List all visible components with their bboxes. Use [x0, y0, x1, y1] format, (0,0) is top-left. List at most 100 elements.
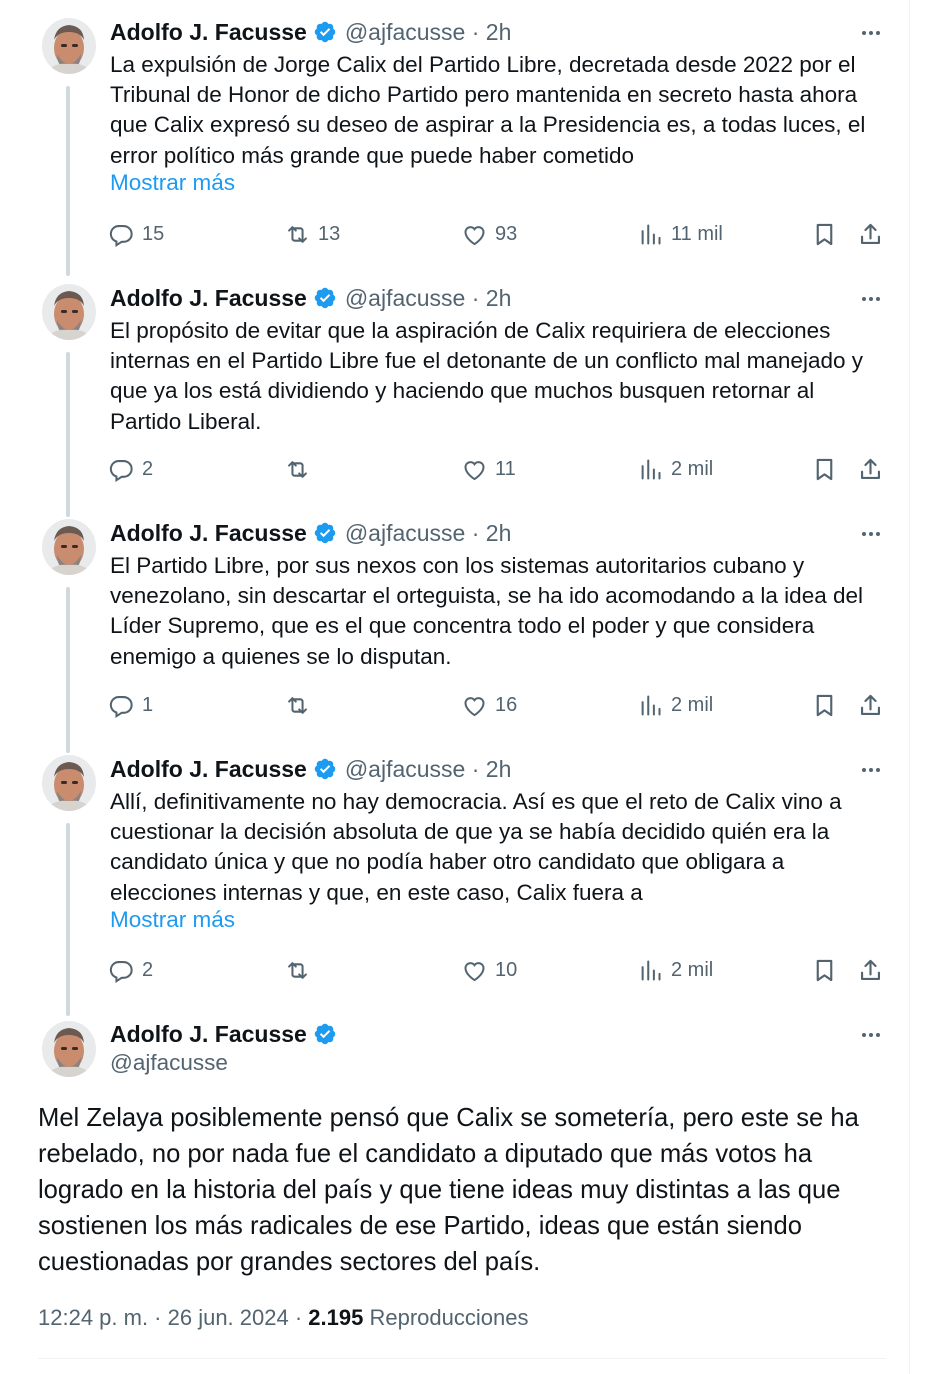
- like-count: 10: [495, 958, 518, 981]
- dot-icon: [862, 1033, 866, 1037]
- tweet-meta[interactable]: @ajfacusse · 2h: [345, 285, 512, 312]
- reply-button[interactable]: 15: [108, 219, 164, 249]
- avatar-image: [42, 1021, 96, 1077]
- reply-count: 2: [142, 457, 154, 480]
- text-line: cuestionar la decisión absoluta de que y…: [110, 819, 830, 845]
- tweet-actions: 2 11 2 mil: [108, 454, 898, 484]
- views-button[interactable]: 2 mil: [637, 955, 713, 985]
- share-button[interactable]: [857, 219, 884, 249]
- share-button[interactable]: [857, 454, 884, 484]
- dot-icon: [862, 31, 866, 35]
- text-line: venezolano, sin descartar el orteguista,…: [110, 583, 863, 609]
- avatar-image: [42, 284, 96, 340]
- dot-icon: [876, 1033, 880, 1037]
- author-name[interactable]: Adolfo J. Facusse: [110, 1021, 307, 1048]
- text-line: El Partido Libre, por sus nexos con los …: [110, 553, 805, 578]
- author-avatar[interactable]: [42, 284, 96, 340]
- text-line: error político más grande que puede habe…: [110, 142, 635, 168]
- show-more-link[interactable]: Mostrar más: [110, 907, 235, 933]
- reply-icon: [109, 960, 133, 983]
- reply-icon: [109, 459, 133, 482]
- views-count: 11 mil: [671, 222, 723, 245]
- bookmark-button[interactable]: [811, 219, 838, 249]
- like-count: 93: [495, 222, 518, 245]
- views-label: Reproducciones: [363, 1305, 529, 1330]
- bookmark-button[interactable]: [811, 454, 838, 484]
- share-button[interactable]: [857, 955, 884, 985]
- author-handle[interactable]: @ajfacusse: [110, 1050, 228, 1076]
- text-line: cuestionadas por grandes sectores del pa…: [38, 1248, 541, 1276]
- views-button[interactable]: 2 mil: [637, 454, 713, 484]
- reply-count: 2: [142, 958, 154, 981]
- bookmark-icon: [816, 694, 833, 716]
- main-author-row[interactable]: Adolfo J. Facusse: [110, 1019, 337, 1049]
- like-button[interactable]: 11: [461, 454, 516, 484]
- tweet-meta[interactable]: @ajfacusse · 2h: [345, 520, 512, 547]
- more-options-button[interactable]: [856, 1023, 886, 1047]
- like-button[interactable]: 93: [461, 219, 517, 249]
- views-count: 2 mil: [671, 958, 714, 981]
- author-name[interactable]: Adolfo J. Facusse: [110, 520, 307, 547]
- like-button[interactable]: 10: [461, 955, 517, 985]
- text-line: que Calix expresó su deseo de aspirar a …: [110, 112, 866, 138]
- text-line: enemigo a quienes se lo disputan.: [110, 643, 452, 669]
- author-name[interactable]: Adolfo J. Facusse: [110, 756, 307, 783]
- main-tweet-text: Mel Zelaya posiblemente pensó que Calix …: [38, 1100, 898, 1280]
- like-button[interactable]: 16: [461, 690, 517, 720]
- dot-icon: [862, 532, 866, 536]
- retweet-count: 13: [318, 222, 341, 245]
- author-avatar[interactable]: [42, 1021, 96, 1077]
- dot-icon: [869, 768, 873, 772]
- bookmark-button[interactable]: [811, 955, 838, 985]
- retweet-icon: [288, 961, 307, 979]
- views-count: 2.195: [308, 1305, 364, 1330]
- bookmark-button[interactable]: [811, 690, 838, 720]
- thread-connector: [66, 823, 70, 1016]
- author-avatar[interactable]: [42, 519, 96, 575]
- tweet-meta[interactable]: @ajfacusse · 2h: [345, 756, 512, 783]
- author-avatar[interactable]: [42, 18, 96, 74]
- author-avatar[interactable]: [42, 755, 96, 811]
- views-button[interactable]: 2 mil: [637, 690, 713, 720]
- retweet-button[interactable]: 13: [284, 219, 340, 249]
- reply-button[interactable]: 2: [108, 955, 153, 985]
- dot-icon: [869, 297, 873, 301]
- share-button[interactable]: [857, 690, 884, 720]
- author-name[interactable]: Adolfo J. Facusse: [110, 285, 307, 312]
- like-icon: [464, 696, 485, 716]
- author-name[interactable]: Adolfo J. Facusse: [110, 19, 307, 46]
- thread-connector: [66, 86, 70, 276]
- retweet-button[interactable]: [284, 955, 318, 985]
- show-more-link[interactable]: Mostrar más: [110, 170, 235, 196]
- dot-icon: [869, 1033, 873, 1037]
- tweet-header: Adolfo J. Facusse @ajfacusse · 2h: [110, 283, 511, 313]
- more-options-button[interactable]: [856, 21, 886, 45]
- reply-count: 15: [142, 222, 165, 245]
- views-button[interactable]: 11 mil: [637, 219, 723, 249]
- share-icon: [860, 223, 881, 244]
- dot-icon: [876, 31, 880, 35]
- dot-icon: [876, 768, 880, 772]
- text-line: candidato única y que no podía haber otr…: [110, 849, 785, 875]
- reply-count: 1: [142, 693, 154, 716]
- retweet-button[interactable]: [284, 690, 318, 720]
- thread-connector: [66, 587, 70, 753]
- verified-badge-icon: [314, 287, 336, 309]
- dot-icon: [876, 532, 880, 536]
- like-icon: [464, 460, 485, 480]
- retweet-button[interactable]: [284, 454, 318, 484]
- text-line: que ya los está dividiendo y haciendo qu…: [110, 378, 815, 404]
- reply-button[interactable]: 1: [108, 690, 153, 720]
- dot-icon: [862, 768, 866, 772]
- tweet-actions: 15 13 93 11 mil: [108, 219, 898, 249]
- verified-badge-icon: [314, 1023, 336, 1045]
- reply-button[interactable]: 2: [108, 454, 153, 484]
- tweet-actions: 1 16 2 mil: [108, 690, 898, 720]
- more-options-button[interactable]: [856, 522, 886, 546]
- timestamp[interactable]: 12:24 p. m. · 26 jun. 2024 ·: [38, 1305, 308, 1330]
- tweet-meta[interactable]: @ajfacusse · 2h: [345, 19, 512, 46]
- more-options-button[interactable]: [856, 758, 886, 782]
- more-options-button[interactable]: [856, 287, 886, 311]
- text-line: Líder Supremo, que es el que concentra t…: [110, 613, 815, 639]
- tweet-text: El Partido Libre, por sus nexos con los …: [110, 551, 890, 672]
